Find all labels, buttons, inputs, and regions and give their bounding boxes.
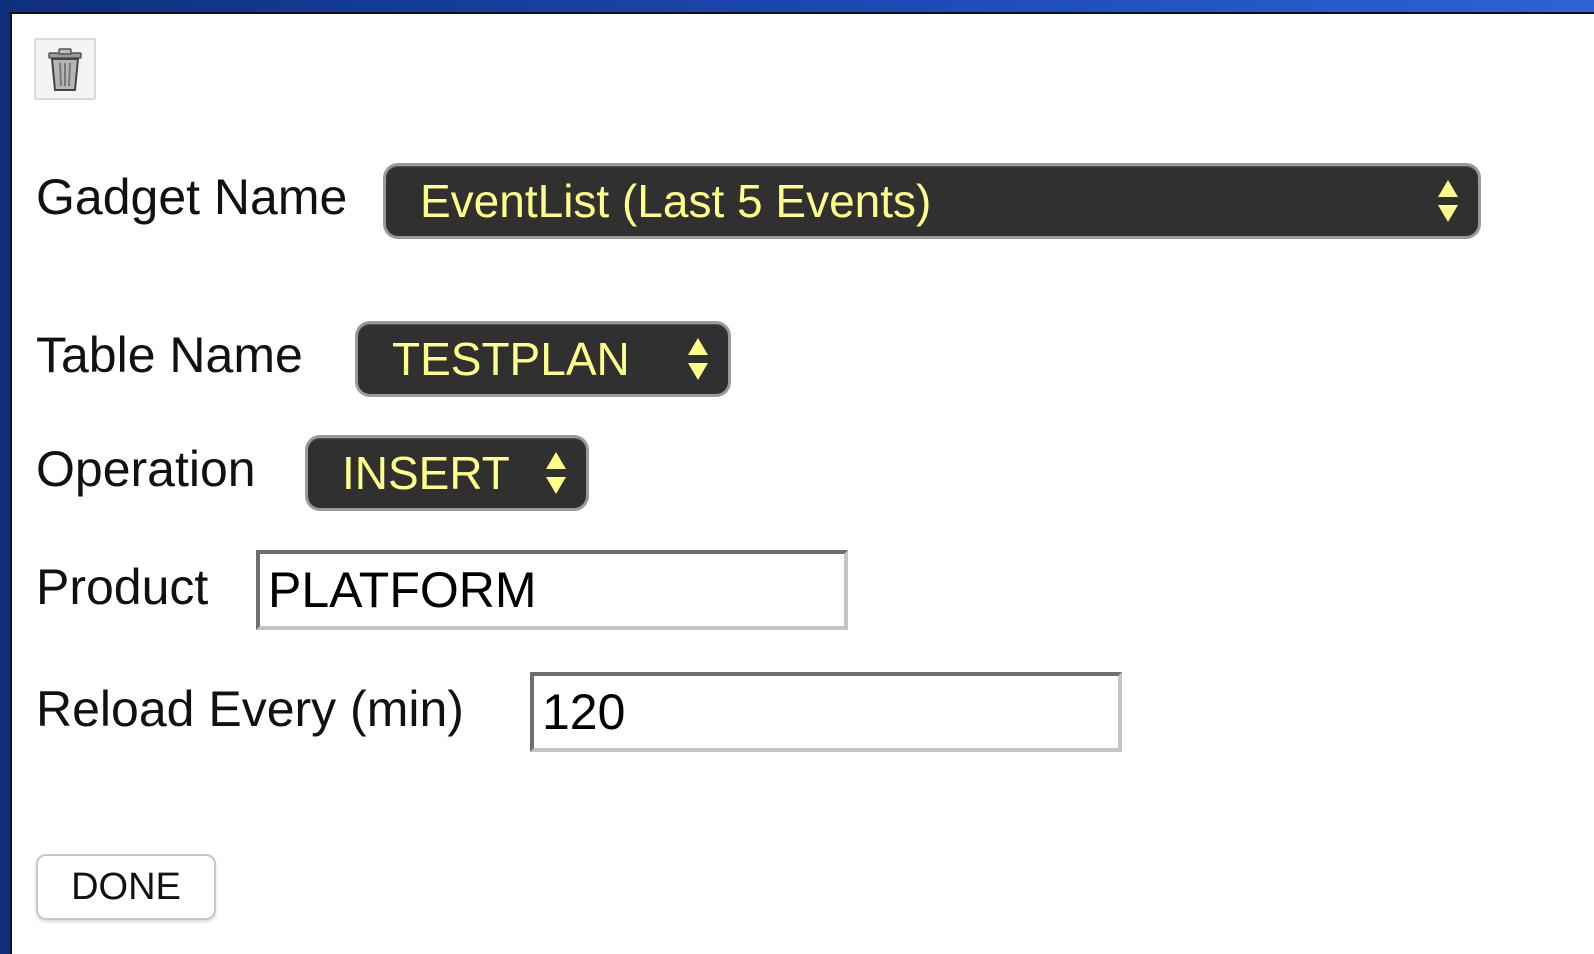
product-label: Product — [36, 559, 209, 615]
operation-label: Operation — [36, 441, 256, 497]
reload-interval-input[interactable] — [530, 672, 1122, 752]
table-name-label: Table Name — [36, 327, 303, 383]
delete-gadget-button[interactable] — [34, 38, 96, 100]
reload-label: Reload Every (min) — [36, 681, 464, 737]
select-arrows-icon — [1438, 180, 1458, 222]
gadget-name-label: Gadget Name — [36, 169, 348, 225]
operation-value: INSERT — [342, 447, 510, 499]
table-name-value: TESTPLAN — [392, 333, 630, 385]
done-button[interactable]: DONE — [36, 854, 216, 920]
table-name-select[interactable]: TESTPLAN — [358, 324, 728, 394]
trash-icon — [48, 48, 82, 91]
window-frame: Gadget Name EventList (Last 5 Events) Ta… — [0, 0, 1594, 954]
select-arrows-icon — [688, 338, 708, 380]
operation-select[interactable]: INSERT — [308, 438, 586, 508]
gadget-config-panel: Gadget Name EventList (Last 5 Events) Ta… — [10, 12, 1594, 954]
product-input[interactable] — [256, 550, 848, 630]
gadget-name-value: EventList (Last 5 Events) — [420, 175, 932, 227]
gadget-name-select[interactable]: EventList (Last 5 Events) — [386, 166, 1478, 236]
select-arrows-icon — [546, 452, 566, 494]
